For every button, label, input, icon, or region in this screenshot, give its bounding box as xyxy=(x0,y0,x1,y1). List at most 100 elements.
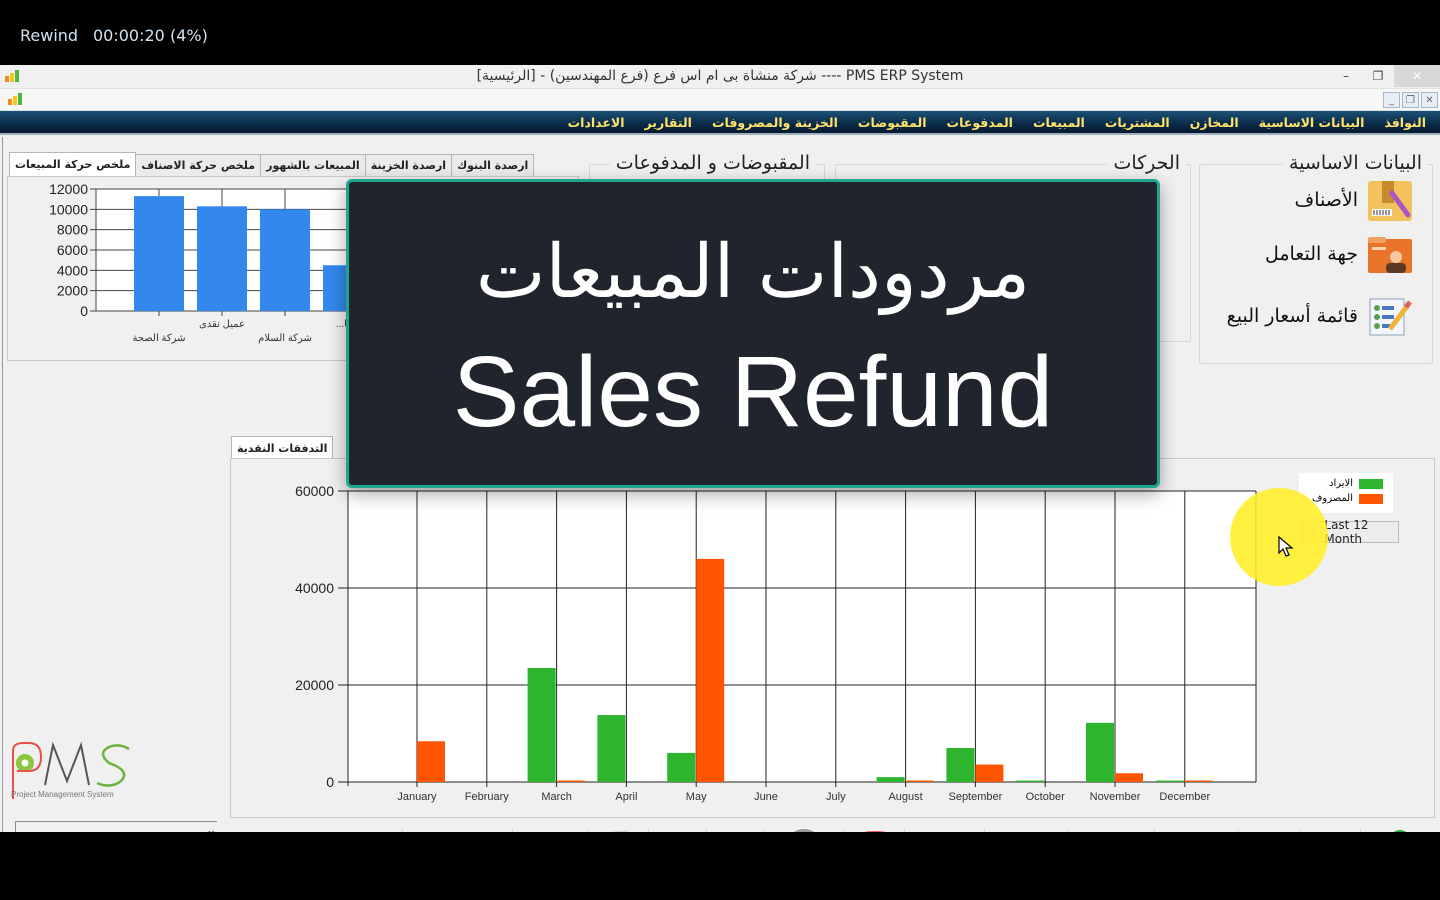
legend-label: الايراد xyxy=(1328,478,1353,489)
restore-button[interactable]: ❐ xyxy=(1362,65,1394,87)
x-tick-label: July xyxy=(826,791,846,803)
receipts-payments-title: المقبوضات و المدفوعات xyxy=(609,152,816,174)
basic-data-group: البيانات الاساسية الأصناف جهة التعامل قا… xyxy=(1199,152,1433,364)
caption-english: Sales Refund xyxy=(452,336,1054,448)
bar-expense xyxy=(1115,773,1143,782)
basic-item-label: الأصناف xyxy=(1294,189,1358,211)
menu-sales[interactable]: المبيعات xyxy=(1023,115,1095,130)
bar-revenue xyxy=(1016,780,1045,782)
x-tick-label: May xyxy=(686,791,707,803)
menu-purchases[interactable]: المشتريات xyxy=(1095,115,1180,130)
close-button[interactable]: ✕ xyxy=(1394,65,1440,87)
caption-arabic: مردودات المبيعات xyxy=(475,229,1031,315)
summary-tabs: ملخص حركة المبيعات ملخص حركة الاصناف الم… xyxy=(9,152,535,176)
x-tick-label: شركة الصحة xyxy=(132,333,185,344)
legend-swatch-revenue xyxy=(1359,478,1383,489)
player-bar: Rewind 00:00:20 (4%) xyxy=(0,0,1440,65)
bar-revenue xyxy=(1086,722,1114,782)
bar-revenue xyxy=(597,715,626,782)
title-bar: [الرئيسية] - (فرع المهندسين) شركة منشاة … xyxy=(0,65,1440,89)
tab-treasury-balances[interactable]: ارصدة الخزينة xyxy=(364,154,453,176)
y-tick-label: 20000 xyxy=(295,677,334,693)
tab-monthly-sales[interactable]: المبيعات بالشهور xyxy=(260,154,366,176)
pms-logo: Project Management System xyxy=(9,741,139,806)
x-tick-label: January xyxy=(397,791,437,803)
bar-expense xyxy=(417,741,445,782)
y-tick-label: 6000 xyxy=(57,242,88,258)
items-box-icon xyxy=(1366,179,1414,221)
legend-item-expense: المصروف xyxy=(1312,493,1383,504)
menu-bar: النوافذ البيانات الاساسية المخازن المشتر… xyxy=(0,111,1440,135)
plot-area xyxy=(348,491,1256,782)
mdi-close-button[interactable]: ✕ xyxy=(1421,92,1438,108)
price-list-icon xyxy=(1366,295,1414,337)
movements-title: الحركات xyxy=(1107,152,1186,174)
basic-item-items[interactable]: الأصناف xyxy=(1295,179,1414,221)
player-time: 00:00:20 (4%) xyxy=(93,26,208,45)
bar-expense xyxy=(1184,780,1213,782)
bar-revenue xyxy=(876,777,905,782)
bar xyxy=(197,206,247,311)
basic-item-label: جهة التعامل xyxy=(1264,243,1358,265)
logo-subtitle: Project Management System xyxy=(11,790,114,799)
x-tick-label: October xyxy=(1026,791,1065,803)
x-tick-label: February xyxy=(465,791,510,803)
basic-item-contacts[interactable]: جهة التعامل xyxy=(1265,233,1414,275)
bar-revenue xyxy=(667,752,696,782)
cash-flow-tabs: التدفقات النقدية xyxy=(231,436,334,460)
x-tick-label: November xyxy=(1090,791,1141,803)
contact-folder-icon xyxy=(1366,233,1414,275)
basic-item-price-list[interactable]: قائمة أسعار البيع xyxy=(1227,295,1414,337)
caption-overlay: مردودات المبيعات Sales Refund xyxy=(346,179,1160,488)
bar-expense xyxy=(556,780,585,782)
y-tick-label: 8000 xyxy=(57,222,88,238)
bar-revenue xyxy=(527,668,556,782)
legend-swatch-expense xyxy=(1359,493,1383,504)
player-mode: Rewind xyxy=(20,26,79,45)
mdi-restore-button[interactable]: ❐ xyxy=(1402,92,1419,108)
tab-bank-balances[interactable]: ارصدة البنوك xyxy=(451,154,535,176)
y-tick-label: 4000 xyxy=(57,262,88,278)
legend-label: المصروف xyxy=(1312,493,1353,504)
x-tick-label: شركة السلام xyxy=(258,333,312,344)
bar-expense xyxy=(905,780,934,782)
x-tick-label: September xyxy=(948,791,1002,803)
minimize-button[interactable]: – xyxy=(1330,65,1362,87)
x-tick-label: August xyxy=(888,791,922,803)
player-bottom-bar xyxy=(0,832,1440,900)
tab-cash-flow[interactable]: التدفقات النقدية xyxy=(231,436,334,460)
x-tick-label: June xyxy=(754,791,778,803)
y-tick-label: 10000 xyxy=(49,201,88,217)
x-tick-label: عميل نقدى xyxy=(199,319,245,330)
mdi-app-icon xyxy=(7,92,23,111)
y-tick-label: 0 xyxy=(326,774,334,790)
bar-revenue xyxy=(946,748,975,782)
bar-expense xyxy=(975,764,1004,782)
x-tick-label: December xyxy=(1159,791,1210,803)
menu-windows[interactable]: النوافذ xyxy=(1374,115,1436,130)
y-tick-label: 40000 xyxy=(295,580,334,596)
mouse-cursor-icon xyxy=(1278,536,1294,557)
menu-settings[interactable]: الاعدادات xyxy=(558,115,635,130)
bar-revenue xyxy=(1155,780,1184,782)
bar xyxy=(134,196,184,311)
x-tick-label: April xyxy=(615,791,637,803)
period-select-value: Last 12 Month xyxy=(1324,518,1369,546)
menu-payments[interactable]: المدفوعات xyxy=(937,115,1023,130)
basic-item-label: قائمة أسعار البيع xyxy=(1226,305,1358,327)
menu-receipts[interactable]: المقبوضات xyxy=(848,115,937,130)
menu-basic-data[interactable]: البيانات الاساسية xyxy=(1249,115,1375,130)
y-tick-label: 2000 xyxy=(57,283,88,299)
tab-sales-summary[interactable]: ملخص حركة المبيعات xyxy=(9,152,137,176)
bar-expense xyxy=(696,558,725,782)
y-tick-label: 0 xyxy=(80,303,88,319)
basic-data-title: البيانات الاساسية xyxy=(1283,152,1428,174)
menu-treasury-expenses[interactable]: الخزينة والمصروفات xyxy=(702,115,848,130)
legend-item-revenue: الايراد xyxy=(1329,478,1383,489)
x-tick-label: March xyxy=(541,791,572,803)
menu-stores[interactable]: المخازن xyxy=(1180,115,1249,130)
mdi-minimize-button[interactable]: _ xyxy=(1383,92,1400,108)
menu-reports[interactable]: التقارير xyxy=(635,115,702,130)
tab-items-summary[interactable]: ملخص حركة الاصناف xyxy=(135,154,262,176)
y-tick-label: 12000 xyxy=(49,181,88,197)
